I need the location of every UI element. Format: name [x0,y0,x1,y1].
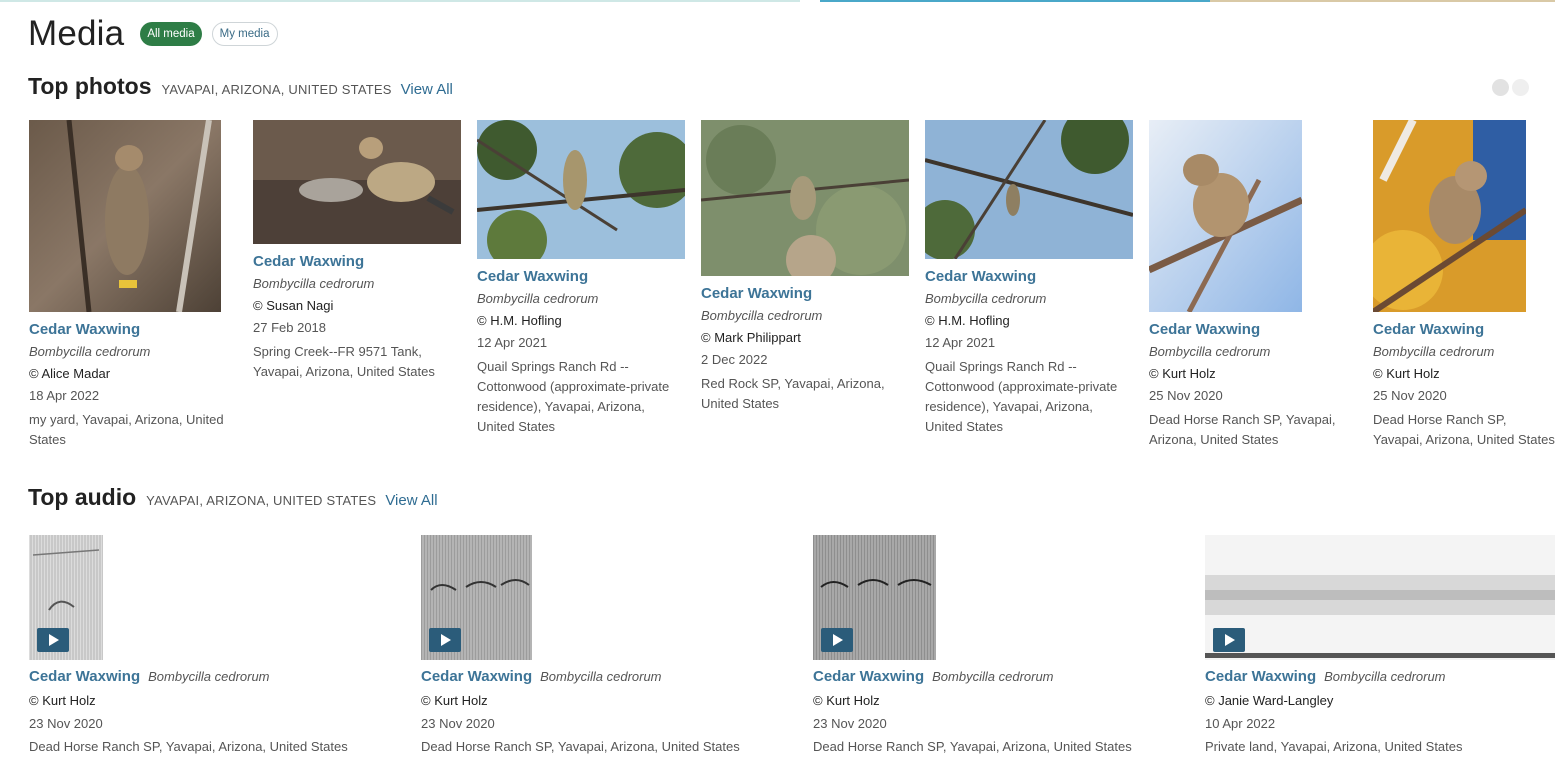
photo-thumbnail[interactable] [1149,120,1302,312]
photo-location: Spring Creek--FR 9571 Tank, Yavapai, Ari… [253,344,435,379]
photo-credit: © Alice Madar [29,366,111,381]
scientific-name: Bombycilla cedrorum [148,669,270,684]
photo-location: Quail Springs Ranch Rd -- Cottonwood (ap… [925,359,1118,434]
photo-card[interactable]: Cedar Waxwing Bombycilla cedrorum © Kurt… [1373,120,1555,450]
carousel-dots [1492,79,1532,96]
photo-date: 25 Nov 2020 [1149,388,1223,403]
audio-credit: © Kurt Holz [813,693,880,708]
photo-thumbnail[interactable] [29,120,221,312]
carousel-dot[interactable] [1512,79,1529,96]
photo-location: Quail Springs Ranch Rd -- Cottonwood (ap… [477,359,670,434]
audio-location: Dead Horse Ranch SP, Yavapai, Arizona, U… [29,739,348,754]
audio-credit: © Kurt Holz [421,693,488,708]
my-media-filter-button[interactable]: My media [211,22,278,46]
play-icon[interactable] [1213,628,1245,652]
photo-thumbnail[interactable] [925,120,1133,259]
scientific-name: Bombycilla cedrorum [29,344,151,359]
spectrogram-thumbnail[interactable] [29,535,103,660]
species-name-link[interactable]: Cedar Waxwing [1149,321,1365,338]
top-audio-location: YAVAPAI, ARIZONA, UNITED STATES [146,493,377,508]
photo-location: my yard, Yavapai, Arizona, United States [29,412,224,447]
photo-thumbnail[interactable] [701,120,909,276]
audio-date: 23 Nov 2020 [29,716,103,731]
play-icon[interactable] [821,628,853,652]
scientific-name: Bombycilla cedrorum [925,291,1047,306]
audio-card[interactable]: Cedar Waxwing Bombycilla cedrorum © Kurt… [813,535,1173,757]
play-icon[interactable] [429,628,461,652]
scientific-name: Bombycilla cedrorum [701,308,823,323]
species-name-link[interactable]: Cedar Waxwing [477,268,693,285]
audio-date: 23 Nov 2020 [421,716,495,731]
photo-card[interactable]: Cedar Waxwing Bombycilla cedrorum © H.M.… [477,120,693,437]
scientific-name: Bombycilla cedrorum [1324,669,1446,684]
photo-card[interactable]: Cedar Waxwing Bombycilla cedrorum © Alic… [29,120,245,450]
media-header: Media All media My media [28,14,278,54]
scientific-name: Bombycilla cedrorum [253,276,375,291]
scientific-name: Bombycilla cedrorum [1373,344,1495,359]
species-name-link[interactable]: Cedar Waxwing [813,668,924,685]
spectrogram-thumbnail[interactable] [1205,535,1555,660]
photo-thumbnail[interactable] [1373,120,1526,312]
photo-date: 12 Apr 2021 [477,335,548,350]
species-name-link[interactable]: Cedar Waxwing [253,253,469,270]
photo-location: Red Rock SP, Yavapai, Arizona, United St… [701,376,885,411]
photo-credit: © H.M. Hofling [477,313,562,328]
photo-credit: © Mark Philippart [701,330,801,345]
species-name-link[interactable]: Cedar Waxwing [1205,668,1316,685]
photo-thumbnail[interactable] [253,120,461,244]
top-photos-title: Top photos [28,73,152,99]
play-icon[interactable] [37,628,69,652]
audio-card[interactable]: Cedar Waxwing Bombycilla cedrorum © Kurt… [421,535,781,757]
photo-location: Dead Horse Ranch SP, Yavapai, Arizona, U… [1373,412,1555,447]
carousel-dot[interactable] [1492,79,1509,96]
scientific-name: Bombycilla cedrorum [1149,344,1271,359]
photo-thumbnail[interactable] [477,120,685,259]
species-name-link[interactable]: Cedar Waxwing [421,668,532,685]
audio-date: 10 Apr 2022 [1205,716,1276,731]
photo-credit: © H.M. Hofling [925,313,1010,328]
audio-credit: © Kurt Holz [29,693,96,708]
top-audio-title: Top audio [28,484,137,510]
audio-location: Private land, Yavapai, Arizona, United S… [1205,739,1463,754]
photo-date: 12 Apr 2021 [925,335,996,350]
photo-credit: © Kurt Holz [1149,366,1216,381]
photo-credit: © Susan Nagi [253,298,334,313]
photo-card[interactable]: Cedar Waxwing Bombycilla cedrorum © Kurt… [1149,120,1365,450]
top-photos-location: YAVAPAI, ARIZONA, UNITED STATES [161,82,392,97]
top-audio-view-all-link[interactable]: View All [385,492,437,509]
page-title: Media [28,14,125,53]
species-name-link[interactable]: Cedar Waxwing [925,268,1141,285]
audio-location: Dead Horse Ranch SP, Yavapai, Arizona, U… [813,739,1132,754]
scientific-name: Bombycilla cedrorum [477,291,599,306]
species-name-link[interactable]: Cedar Waxwing [701,285,917,302]
top-audio-header: Top audio YAVAPAI, ARIZONA, UNITED STATE… [28,484,438,511]
photo-location: Dead Horse Ranch SP, Yavapai, Arizona, U… [1149,412,1336,447]
species-name-link[interactable]: Cedar Waxwing [29,321,245,338]
photo-card[interactable]: Cedar Waxwing Bombycilla cedrorum © Mark… [701,120,917,414]
scientific-name: Bombycilla cedrorum [540,669,662,684]
all-media-filter-button[interactable]: All media [140,22,202,46]
top-photos-view-all-link[interactable]: View All [401,81,453,98]
audio-location: Dead Horse Ranch SP, Yavapai, Arizona, U… [421,739,740,754]
photo-date: 2 Dec 2022 [701,352,768,367]
spectrogram-thumbnail[interactable] [813,535,936,660]
species-name-link[interactable]: Cedar Waxwing [29,668,140,685]
photo-date: 27 Feb 2018 [253,320,327,335]
photo-card[interactable]: Cedar Waxwing Bombycilla cedrorum © Susa… [253,120,469,382]
photo-credit: © Kurt Holz [1373,366,1440,381]
scientific-name: Bombycilla cedrorum [932,669,1054,684]
top-image-strip [0,0,1555,2]
species-name-link[interactable]: Cedar Waxwing [1373,321,1555,338]
spectrogram-thumbnail[interactable] [421,535,532,660]
audio-date: 23 Nov 2020 [813,716,887,731]
photo-card[interactable]: Cedar Waxwing Bombycilla cedrorum © H.M.… [925,120,1141,437]
audio-card[interactable]: Cedar Waxwing Bombycilla cedrorum © Jani… [1205,535,1555,757]
photo-date: 18 Apr 2022 [29,388,100,403]
audio-card[interactable]: Cedar Waxwing Bombycilla cedrorum © Kurt… [29,535,389,757]
audio-credit: © Janie Ward-Langley [1205,693,1334,708]
top-photos-header: Top photos YAVAPAI, ARIZONA, UNITED STAT… [28,73,453,100]
photo-date: 25 Nov 2020 [1373,388,1447,403]
